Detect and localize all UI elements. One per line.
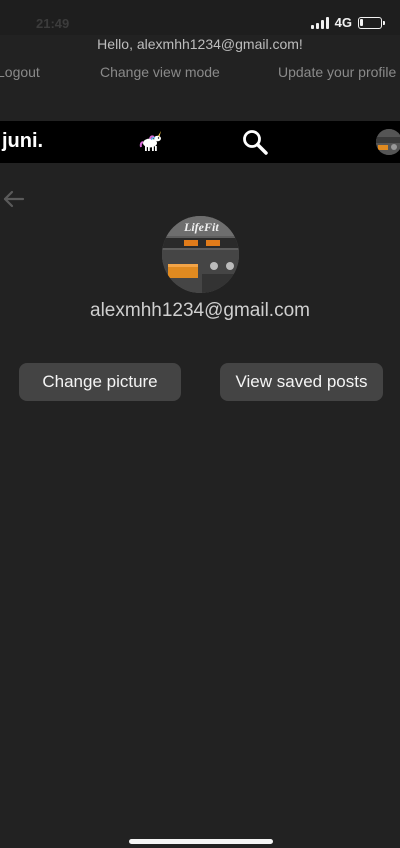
signal-icon: [310, 16, 329, 29]
home-indicator[interactable]: [129, 839, 273, 844]
status-time: 21:49: [36, 16, 70, 31]
profile-picture[interactable]: LifeFit: [162, 216, 239, 293]
update-profile-link[interactable]: Update your profile: [278, 64, 396, 80]
profile-email: alexmhh1234@gmail.com: [90, 300, 310, 321]
brand-logo[interactable]: juni.: [2, 130, 43, 153]
view-saved-posts-button[interactable]: View saved posts: [220, 363, 383, 401]
unicorn-icon[interactable]: [138, 128, 164, 154]
navbar: juni.: [0, 121, 400, 163]
battery-icon: [358, 16, 385, 29]
change-picture-button[interactable]: Change picture: [19, 363, 181, 401]
greeting-text: Hello, alexmhh1234@gmail.com!: [97, 36, 303, 52]
header-menu: Hello, alexmhh1234@gmail.com! Logout Cha…: [0, 35, 400, 121]
network-type: 4G: [334, 15, 352, 30]
screen: 21:49 4G Hello, alexmhh1234@gmail.com! L…: [0, 0, 400, 848]
logout-link[interactable]: Logout: [0, 64, 40, 80]
search-icon[interactable]: [241, 128, 269, 156]
status-indicators: 4G: [310, 15, 385, 30]
change-view-mode-link[interactable]: Change view mode: [100, 64, 220, 80]
svg-text:LifeFit: LifeFit: [183, 220, 219, 234]
avatar[interactable]: [376, 129, 400, 155]
status-bar: 21:49 4G: [0, 0, 400, 40]
back-arrow-icon[interactable]: [2, 187, 26, 211]
